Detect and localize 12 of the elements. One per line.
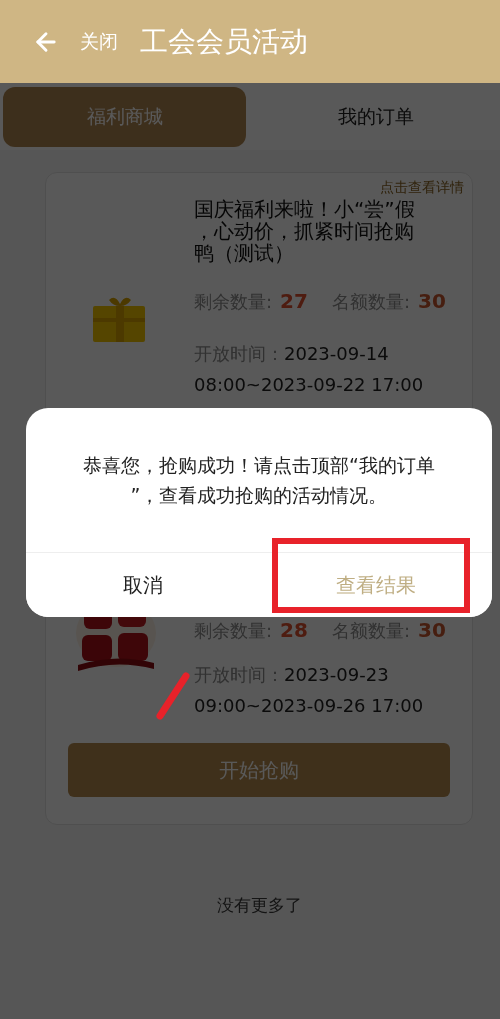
- quota-count: 30: [418, 288, 446, 315]
- end-of-list-text: 没有更多了: [216, 894, 302, 917]
- time-start: 2023-09-23: [284, 663, 389, 687]
- activity-title: 国庆福利来啦！小“尝”假，心动价，抓紧时间抢购鸭（测试）: [194, 198, 416, 264]
- time-end: 08:00~2023-09-22 17:00: [194, 373, 425, 397]
- remaining-count: 28: [280, 617, 308, 644]
- remaining-count: 27: [280, 288, 308, 315]
- page-title: 工会会员活动: [140, 23, 308, 60]
- dialog-message: 恭喜您，抢购成功！请点击顶部“我的订单”，查看成功抢购的活动情况。: [82, 453, 436, 508]
- quota-count: 30: [418, 617, 446, 644]
- time-end: 09:00~2023-09-26 17:00: [194, 694, 425, 718]
- time-start: 2023-09-14: [284, 342, 389, 366]
